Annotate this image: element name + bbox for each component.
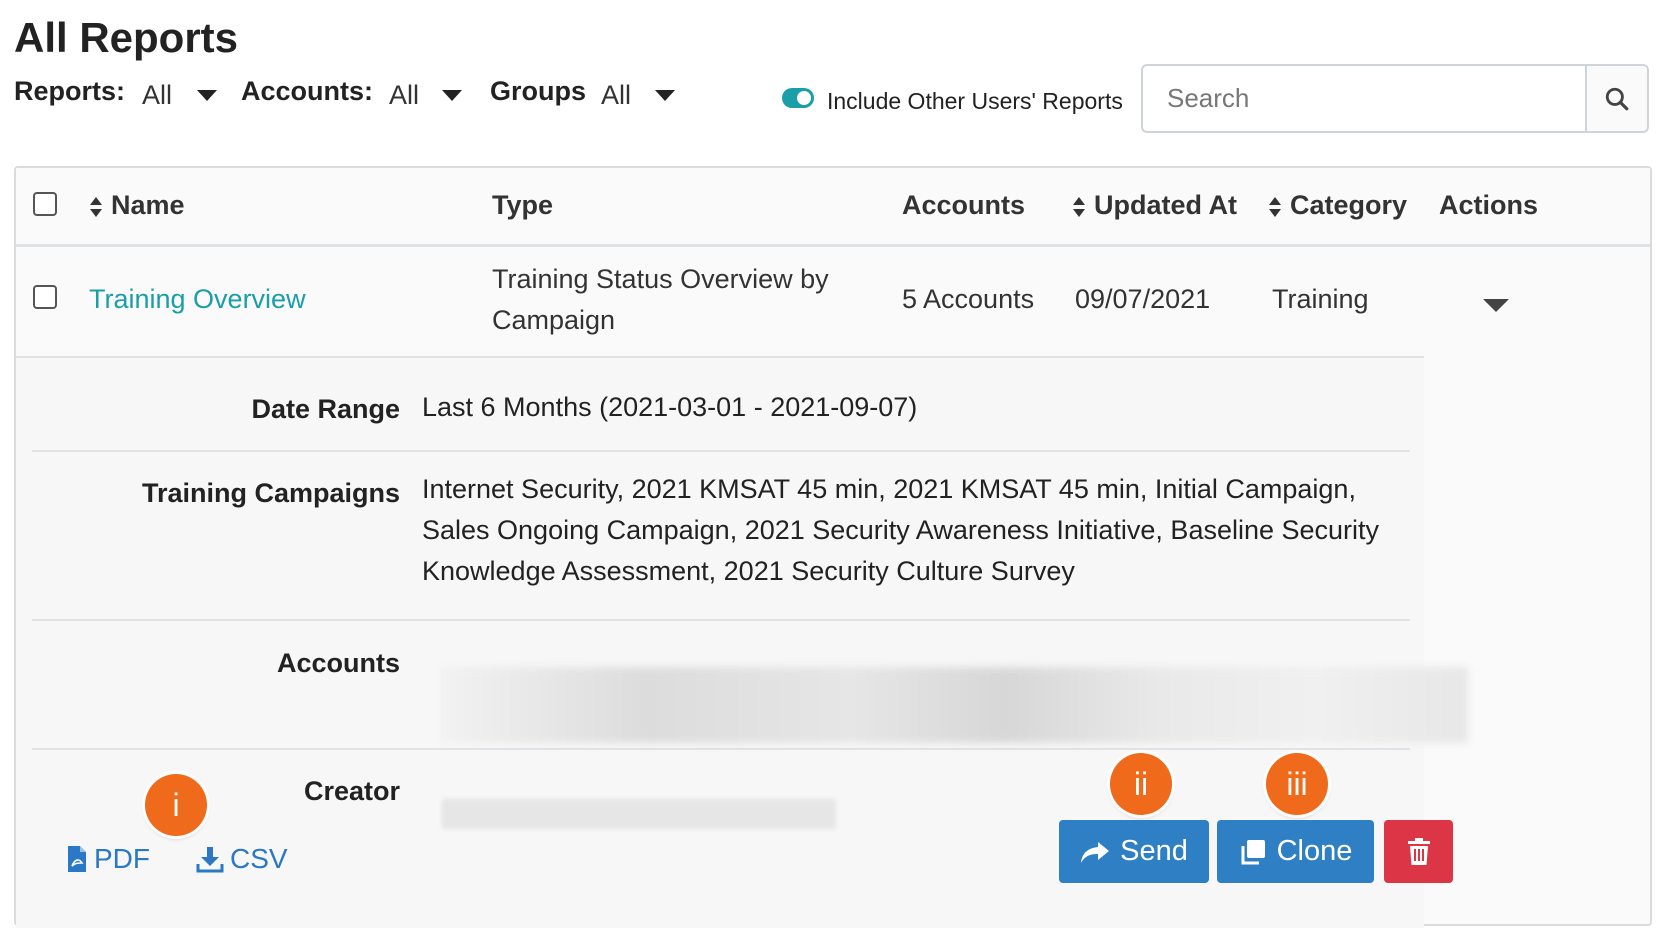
training-campaigns-label: Training Campaigns <box>141 478 400 508</box>
column-header-name-label: Name <box>111 190 185 220</box>
search-input[interactable] <box>1143 66 1595 131</box>
row-checkbox[interactable] <box>33 285 57 309</box>
csv-export-link[interactable]: CSV <box>196 843 288 875</box>
file-pdf-icon <box>68 846 86 872</box>
send-button-label: Send <box>1120 835 1188 867</box>
training-campaigns-line1: Internet Security, 2021 KMSAT 45 min, 20… <box>422 474 1356 504</box>
annotation-marker-iii: iii <box>1266 753 1328 815</box>
column-header-category[interactable]: Category <box>1268 190 1407 221</box>
search-button[interactable] <box>1585 66 1647 131</box>
detail-divider <box>32 450 1410 452</box>
column-header-category-label: Category <box>1290 190 1408 220</box>
sort-icon <box>90 196 102 217</box>
trash-icon <box>1407 837 1430 865</box>
training-campaigns-line3: Knowledge Assessment, 2021 Security Cult… <box>422 556 1075 586</box>
accounts-detail-value-redacted <box>440 667 1468 743</box>
row-actions-dropdown-icon[interactable] <box>1483 299 1509 312</box>
report-updated-at: 09/07/2021 <box>1075 284 1211 314</box>
report-type-line1: Training Status Overview by <box>492 264 829 294</box>
creator-label: Creator <box>303 776 400 806</box>
delete-button[interactable] <box>1384 820 1453 883</box>
pdf-export-label: PDF <box>94 843 150 874</box>
clone-button[interactable]: Clone <box>1217 820 1374 883</box>
report-type-line2: Campaign <box>492 305 616 335</box>
column-header-actions: Actions <box>1439 190 1539 220</box>
column-header-updated-at-label: Updated At <box>1094 190 1237 220</box>
report-accounts: 5 Accounts <box>902 284 1035 314</box>
date-range-value: Last 6 Months (2021-03-01 - 2021-09-07) <box>422 392 918 422</box>
column-header-name[interactable]: Name <box>89 190 185 221</box>
reports-filter-label: Reports: <box>14 76 126 106</box>
groups-filter-label: Groups <box>490 76 587 106</box>
csv-export-label: CSV <box>230 843 288 874</box>
date-range-label: Date Range <box>251 394 400 424</box>
chevron-down-icon[interactable] <box>197 90 217 101</box>
include-other-users-toggle[interactable] <box>782 88 814 108</box>
column-header-type: Type <box>492 190 554 220</box>
reports-filter-value[interactable]: All <box>142 80 172 111</box>
annotation-marker-ii: ii <box>1110 753 1172 815</box>
sort-icon <box>1269 196 1281 217</box>
column-header-accounts: Accounts <box>902 190 1026 220</box>
annotation-marker-i: i <box>145 774 207 836</box>
accounts-filter-value[interactable]: All <box>389 80 419 111</box>
page-title: All Reports <box>14 14 239 61</box>
send-button[interactable]: Send <box>1059 820 1209 883</box>
detail-divider <box>32 748 1410 750</box>
accounts-filter-label: Accounts: <box>241 76 374 106</box>
creator-value-redacted <box>442 799 836 829</box>
sort-icon <box>1073 196 1085 217</box>
detail-divider <box>32 619 1410 621</box>
select-all-checkbox[interactable] <box>33 192 57 216</box>
pdf-export-link[interactable]: PDF <box>66 843 150 875</box>
report-category: Training <box>1272 284 1369 314</box>
clone-icon <box>1241 839 1265 864</box>
include-other-users-label: Include Other Users' Reports <box>827 88 1123 114</box>
chevron-down-icon[interactable] <box>655 90 675 101</box>
groups-filter-value[interactable]: All <box>601 80 631 111</box>
chevron-down-icon[interactable] <box>442 90 462 101</box>
training-campaigns-line2: Sales Ongoing Campaign, 2021 Security Aw… <box>422 515 1380 545</box>
search-box <box>1141 64 1649 133</box>
download-icon <box>196 847 224 873</box>
accounts-detail-label: Accounts <box>276 648 400 678</box>
search-icon <box>1605 87 1629 110</box>
column-header-updated-at[interactable]: Updated At <box>1072 190 1237 221</box>
clone-button-label: Clone <box>1276 835 1353 867</box>
report-name-link[interactable]: Training Overview <box>89 278 306 320</box>
share-icon <box>1081 841 1110 863</box>
